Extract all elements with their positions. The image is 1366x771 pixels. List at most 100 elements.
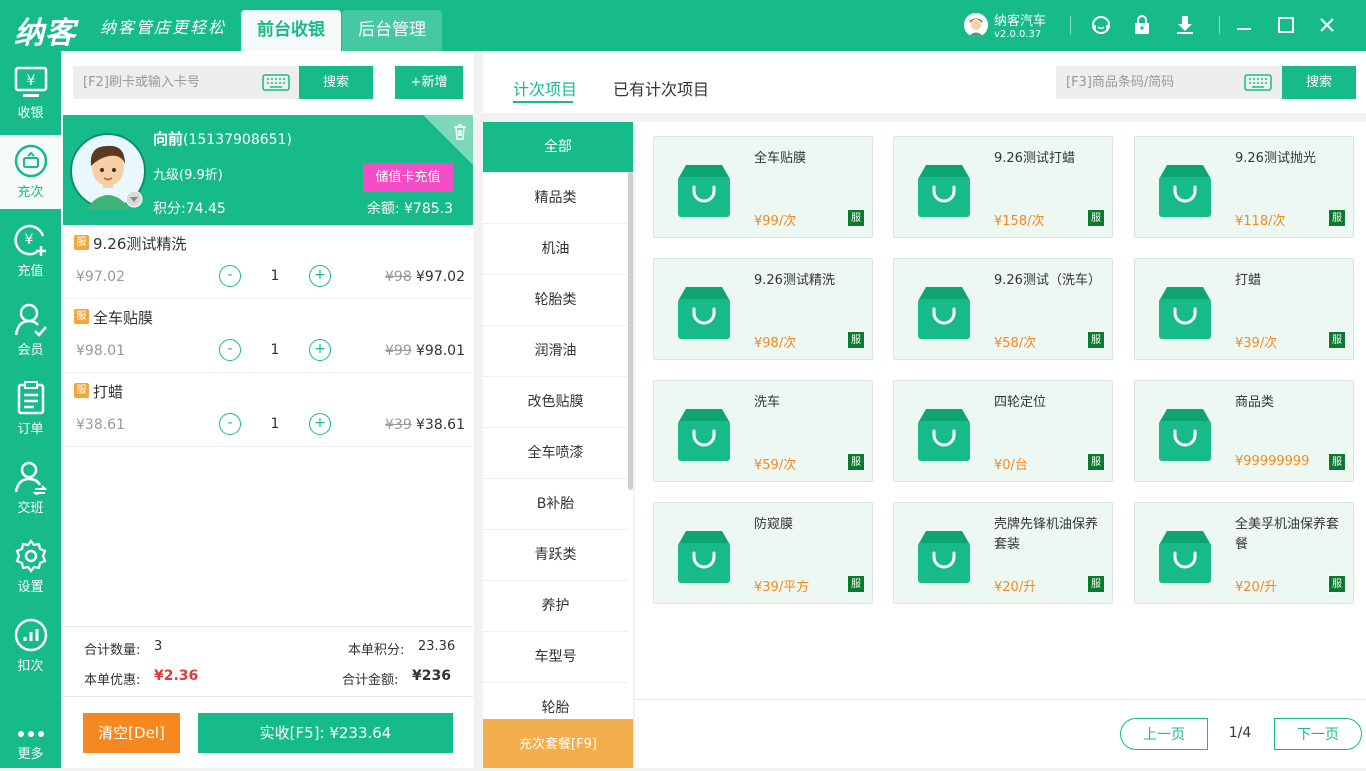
keyboard-icon[interactable] [262,74,290,91]
product-card[interactable]: 9.26测试打蜡 ¥158/次 服 [893,136,1113,238]
prev-page-button[interactable]: 上一页 [1120,718,1208,750]
category-item[interactable]: 改色贴膜 [483,377,628,428]
shopping-bag-icon [918,531,970,583]
keyboard-icon[interactable] [1244,74,1272,91]
category-item[interactable]: 养护 [483,581,628,632]
category-item[interactable]: B补胎 [483,479,628,530]
category-item[interactable]: 车型号 [483,632,628,683]
sidebar-item-recharge[interactable]: ¥ 充值 [0,214,61,288]
lock-icon[interactable] [1131,14,1153,36]
sidebar-label: 会员 [17,343,44,358]
decrease-qty-button[interactable]: - [219,265,241,287]
checkout-button[interactable]: 实收[F5]: ¥233.64 [198,713,453,753]
total-amount: ¥236 [412,668,451,684]
add-member-button[interactable]: +新增 [395,66,463,99]
product-card[interactable]: 全车贴膜 ¥99/次 服 [653,136,873,238]
category-item[interactable]: 轮胎类 [483,275,628,326]
sidebar-item-deduct-times[interactable]: 扣次 [0,609,61,683]
product-price: ¥58/次 [994,336,1037,351]
app-version: v2.0.0.37 [994,29,1042,40]
product-card[interactable]: 四轮定位 ¥0/台 服 [893,380,1113,482]
product-price: ¥20/升 [1235,580,1278,595]
category-item[interactable]: 全车喷漆 [483,428,628,479]
shopping-bag-icon [678,165,730,217]
user-avatar[interactable] [964,13,988,37]
product-search-button[interactable]: 搜索 [1282,66,1356,99]
product-card[interactable]: 打蜡 ¥39/次 服 [1134,258,1354,360]
category-item[interactable]: 精品类 [483,173,628,224]
discount-label: 本单优惠: [84,673,141,688]
category-item[interactable]: 机油 [483,224,628,275]
tab-back-admin[interactable]: 后台管理 [342,10,442,51]
minimize-icon[interactable] [1233,14,1255,36]
shopping-bag-icon [678,531,730,583]
service-badge: 服 [1328,209,1346,227]
category-item[interactable]: 青跃类 [483,530,628,581]
sidebar-item-cashier[interactable]: ¥ 收银 [0,56,61,130]
sidebar-item-settings[interactable]: 设置 [0,530,61,604]
product-card[interactable]: 商品类 ¥99999999 服 [1134,380,1354,482]
shopping-bag-icon [678,287,730,339]
cart-item[interactable]: 服 9.26测试精洗 ¥97.02 - 1 + ¥98 ¥97.02 [63,225,473,299]
product-card[interactable]: 9.26测试精洗 ¥98/次 服 [653,258,873,360]
cart-item-name: 打蜡 [93,383,124,401]
discount-amount: ¥2.36 [154,668,199,684]
category-item[interactable]: 全部 [483,122,633,173]
decrease-qty-button[interactable]: - [219,413,241,435]
shopping-bag-icon [1159,287,1211,339]
card-search-button[interactable]: 搜索 [299,66,373,99]
category-item[interactable]: 润滑油 [483,326,628,377]
cart-item-price: ¥38.61 [76,417,125,433]
maximize-icon[interactable] [1275,14,1297,36]
increase-qty-button[interactable]: + [309,265,331,287]
product-name: 四轮定位 [994,395,1047,410]
more-icon [17,731,44,737]
product-card[interactable]: 9.26测试抛光 ¥118/次 服 [1134,136,1354,238]
product-card[interactable]: 防窥膜 ¥39/平方 服 [653,502,873,604]
sidebar-item-members[interactable]: 会员 [0,293,61,367]
product-card[interactable]: 全美孚机油保养套餐 ¥20/升 服 [1134,502,1354,604]
sidebar-item-more[interactable]: 更多 [0,713,61,763]
product-card[interactable]: 洗车 ¥59/次 服 [653,380,873,482]
increase-qty-button[interactable]: + [309,339,331,361]
increase-qty-button[interactable]: + [309,413,331,435]
sidebar-item-shift[interactable]: 交班 [0,451,61,525]
support-icon[interactable] [1090,14,1112,36]
close-icon[interactable] [1316,14,1338,36]
product-card[interactable]: 壳牌先锋机油保养套装 ¥20/升 服 [893,502,1113,604]
cart-item-qty[interactable]: 1 [267,416,283,432]
download-icon[interactable] [1174,14,1196,36]
sidebar-item-recharge-times[interactable]: 充次 [0,135,61,209]
stored-card-recharge-button[interactable]: 储值卡充值 [363,163,453,192]
decrease-qty-button[interactable]: - [219,339,241,361]
cart-item-qty[interactable]: 1 [267,342,283,358]
product-name: 商品类 [1235,395,1275,410]
cart-item[interactable]: 服 打蜡 ¥38.61 - 1 + ¥39 ¥38.61 [63,373,473,447]
sidebar-label: 订单 [17,422,44,437]
product-price: ¥0/台 [994,458,1028,473]
tab-existing-items[interactable]: 已有计次项目 [613,76,709,100]
recharge-package-button[interactable]: 充次套餐[F9] [483,719,633,768]
sidebar-label: 更多 [17,747,44,762]
separator [635,699,1366,700]
tab-front-cashier[interactable]: 前台收银 [241,10,341,51]
cart-item-qty[interactable]: 1 [267,268,283,284]
sidebar-label: 充值 [17,264,44,279]
product-name: 9.26测试精洗 [754,273,835,288]
product-price: ¥98/次 [754,336,797,351]
service-badge: 服 [847,453,865,471]
user-name[interactable]: 纳客汽车 [994,10,1046,29]
clear-cart-button[interactable]: 清空[Del] [83,713,180,753]
tab-count-items[interactable]: 计次项目 [513,76,577,100]
product-name: 全车贴膜 [754,151,807,166]
app-logo: 纳客 [14,16,76,51]
deduct-times-icon [14,618,47,652]
cart-item-final-price: ¥97.02 [416,269,465,285]
recharge-times-icon [14,144,47,178]
cart-item[interactable]: 服 全车贴膜 ¥98.01 - 1 + ¥99 ¥98.01 [63,299,473,373]
trash-icon[interactable] [453,124,467,140]
cart-item-original-price: ¥99 [385,343,412,359]
product-card[interactable]: 9.26测试（洗车） ¥58/次 服 [893,258,1113,360]
sidebar-item-orders[interactable]: 订单 [0,372,61,446]
next-page-button[interactable]: 下一页 [1274,718,1362,750]
